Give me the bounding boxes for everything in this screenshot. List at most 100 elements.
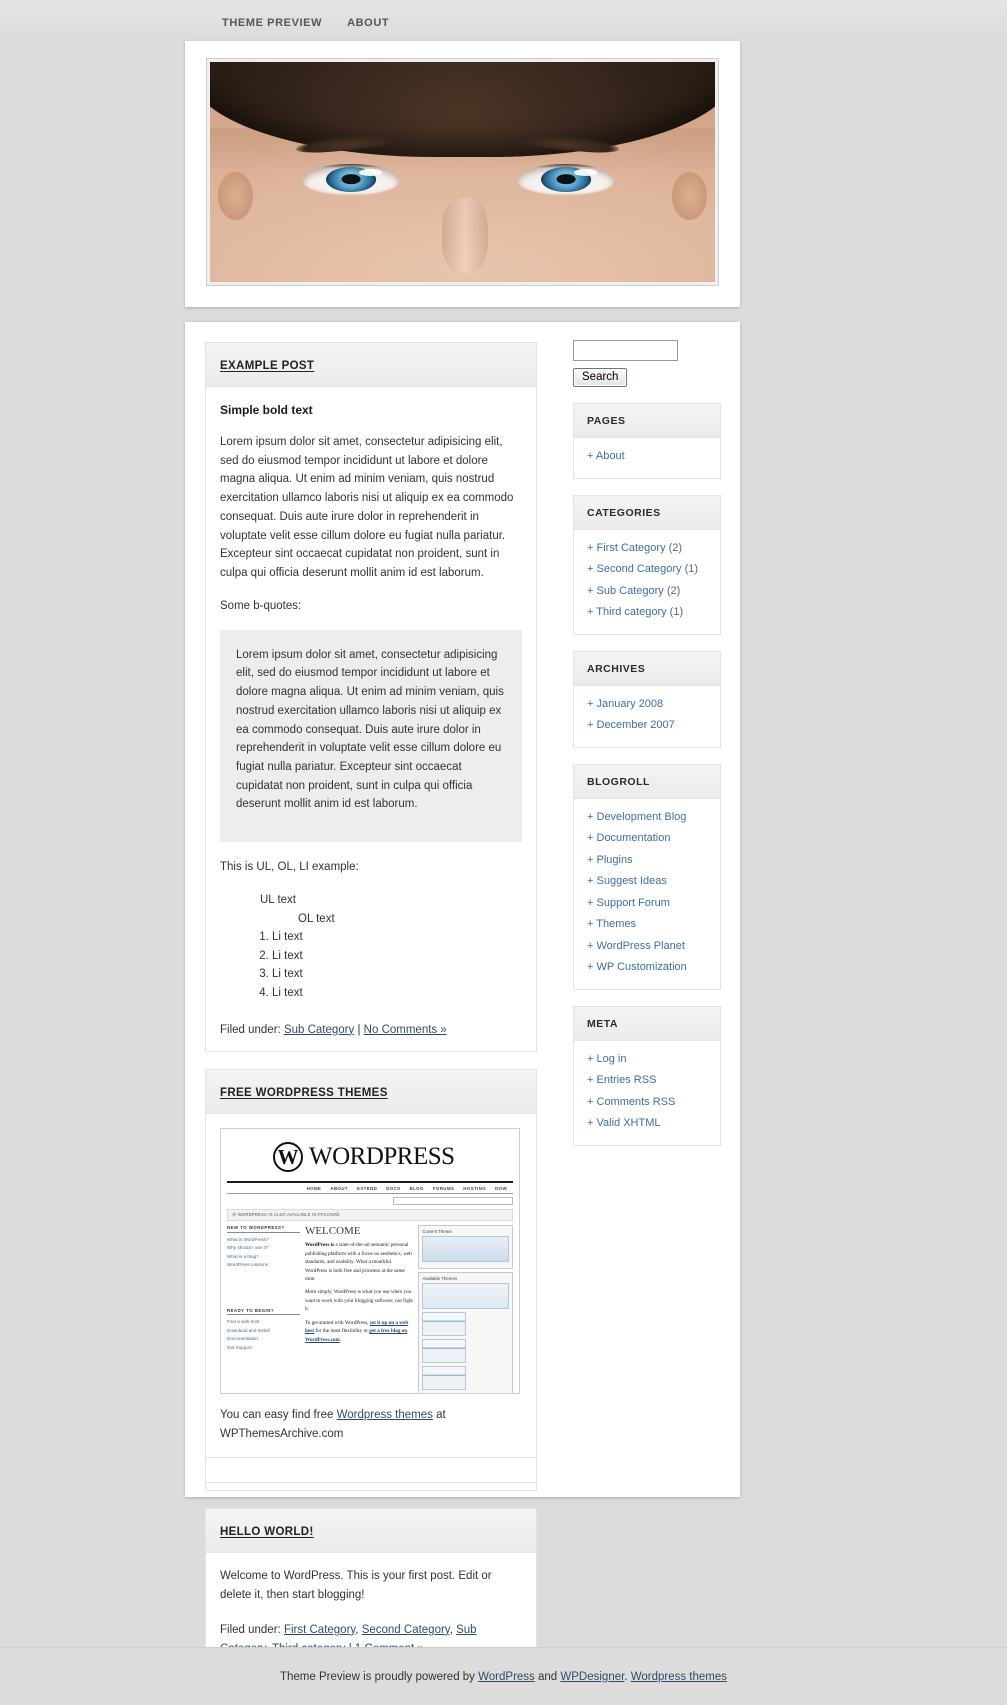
- sidebar-link[interactable]: Entries RSS: [597, 1074, 657, 1086]
- page-root: Theme Preview About: [0, 0, 1007, 1705]
- list-item[interactable]: + December 2007: [587, 715, 707, 737]
- wp-left-column: NEW TO WORDPRESS? What is WordPress? Why…: [227, 1225, 300, 1393]
- plus-icon: +: [587, 810, 594, 823]
- plus-icon: +: [587, 1117, 594, 1129]
- sidebar-link[interactable]: Support Forum: [597, 897, 670, 909]
- sidebar-link[interactable]: January 2008: [597, 698, 664, 710]
- post-header: Example Post: [206, 343, 536, 387]
- list-item[interactable]: + Sub Category (2): [587, 581, 707, 603]
- post-title-link[interactable]: Free WordPress Themes: [220, 1087, 388, 1099]
- wp-columns: NEW TO WORDPRESS? What is WordPress? Why…: [221, 1221, 519, 1394]
- wordpress-themes-link[interactable]: Wordpress themes: [337, 1409, 433, 1421]
- post-category-link[interactable]: First Category: [284, 1624, 355, 1636]
- widget-body: + January 2008 + December 2007: [574, 686, 720, 747]
- list-item[interactable]: + WP Customization: [587, 957, 707, 979]
- eyelash-right: [518, 164, 614, 168]
- post-paragraph: Lorem ipsum dolor sit amet, consectetur …: [220, 436, 514, 580]
- search-button[interactable]: Search: [573, 368, 628, 387]
- wp-link-item: Find a web host: [227, 1319, 260, 1325]
- wp-available-themes-panel: Available Themes: [418, 1272, 513, 1394]
- item-count: (1): [684, 563, 699, 575]
- plus-icon: +: [587, 853, 594, 866]
- list-item[interactable]: + Themes: [587, 914, 707, 936]
- sidebar-link[interactable]: WP Customization: [597, 961, 687, 973]
- list-item[interactable]: + Support Forum: [587, 893, 707, 915]
- plus-icon: +: [587, 896, 594, 909]
- widget-title: Categories: [574, 495, 720, 530]
- post-category-link[interactable]: Second Category: [362, 1624, 450, 1636]
- footer-link-wpdesigner[interactable]: WPDesigner: [560, 1671, 624, 1683]
- post-header: Hello world!: [206, 1509, 536, 1554]
- footer-link-wordpress-themes[interactable]: Wordpress themes: [631, 1671, 727, 1683]
- list-item[interactable]: + Plugins: [587, 850, 707, 872]
- list-item[interactable]: + Comments RSS: [587, 1092, 707, 1114]
- list-item[interactable]: + Log in: [587, 1049, 707, 1071]
- widget-archives: Archives + January 2008 + December 2007: [573, 650, 721, 748]
- wp-nav-item: FORUMS: [432, 1186, 455, 1192]
- wordpress-site-screenshot: W WORDPRESS HOME ABOUT EXTEND DOCS BLOG …: [220, 1128, 520, 1395]
- top-nav-list: Theme Preview About: [222, 0, 777, 29]
- widget-list: + Development Blog + Documentation + Plu…: [587, 807, 707, 979]
- sidebar-link[interactable]: Second Category: [597, 563, 682, 575]
- wp-link-item: What is a blog?: [227, 1253, 259, 1259]
- sidebar-link[interactable]: Suggest Ideas: [597, 875, 667, 887]
- plus-icon: +: [587, 1074, 594, 1086]
- list-item[interactable]: + Entries RSS: [587, 1070, 707, 1092]
- sidebar-link[interactable]: Third category: [596, 606, 666, 618]
- li-item: Li text: [272, 984, 522, 1003]
- sidebar-link[interactable]: First Category: [597, 542, 666, 554]
- post-category-link[interactable]: Sub Category: [284, 1024, 354, 1036]
- ul-item: UL text: [260, 893, 297, 906]
- sidebar-link[interactable]: Comments RSS: [597, 1096, 676, 1108]
- list-item[interactable]: + Documentation: [587, 828, 707, 850]
- post-title-link[interactable]: Example Post: [220, 360, 314, 372]
- sidebar-link[interactable]: About: [596, 450, 625, 462]
- eye-glint-right: [573, 169, 597, 176]
- wp-p3-b: for the most flexibility or: [314, 1328, 370, 1335]
- post-title-link[interactable]: Hello world!: [220, 1526, 314, 1538]
- plus-icon: +: [587, 719, 594, 731]
- widget-title: Pages: [574, 404, 720, 438]
- list-item[interactable]: + Suggest Ideas: [587, 871, 707, 893]
- list-lead: This is UL, OL, LI example:: [220, 861, 359, 874]
- footer-mid: and: [534, 1670, 561, 1683]
- wordpress-mark-icon: W: [273, 1142, 303, 1173]
- plus-icon: +: [587, 584, 594, 597]
- sidebar-link[interactable]: Plugins: [597, 854, 633, 866]
- list-item[interactable]: + Valid XHTML: [587, 1113, 707, 1135]
- list-item[interactable]: + WordPress Planet: [587, 936, 707, 958]
- wp-center-column: WELCOME WordPress is a state-of-the-art …: [305, 1225, 413, 1393]
- sidebar-link[interactable]: WordPress Planet: [597, 940, 685, 952]
- post-comments-link[interactable]: No Comments »: [364, 1024, 447, 1036]
- list-item[interactable]: + Second Category (1): [587, 559, 707, 581]
- sidebar-link[interactable]: Documentation: [597, 832, 671, 844]
- wp-nav-item: HOSTING: [463, 1186, 487, 1192]
- sidebar-link[interactable]: Themes: [596, 918, 636, 930]
- li-item: Li text: [272, 947, 522, 966]
- nav-item-about[interactable]: About: [347, 17, 389, 29]
- footer-link-wordpress[interactable]: WordPress: [478, 1671, 535, 1683]
- plus-icon: +: [587, 1052, 594, 1065]
- sidebar-link[interactable]: December 2007: [597, 719, 675, 731]
- ear-left: [217, 172, 253, 221]
- list-item[interactable]: + Development Blog: [587, 807, 707, 829]
- list-item[interactable]: + About: [587, 446, 707, 468]
- wp-link-item: Get Support: [227, 1344, 252, 1350]
- nav-item-theme-preview[interactable]: Theme Preview: [222, 17, 322, 29]
- post-body: W WORDPRESS HOME ABOUT EXTEND DOCS BLOG …: [206, 1114, 536, 1490]
- widget-title: Meta: [574, 1006, 720, 1041]
- sidebar-link[interactable]: Log in: [597, 1053, 627, 1065]
- sidebar-link[interactable]: Valid XHTML: [597, 1117, 661, 1129]
- widget-list: + Log in + Entries RSS + Comments RSS + …: [587, 1049, 707, 1135]
- list-item[interactable]: + Third category (1): [587, 602, 707, 624]
- wordpress-logo: W WORDPRESS: [221, 1129, 519, 1178]
- wp-nav-item: HOME: [306, 1186, 322, 1192]
- list-item[interactable]: + First Category (2): [587, 538, 707, 560]
- nose-shape: [442, 198, 488, 274]
- list-item[interactable]: + January 2008: [587, 694, 707, 716]
- search-input[interactable]: [573, 340, 678, 361]
- wp-paragraph-3: To get started with WordPress, set it up…: [305, 1319, 413, 1344]
- sidebar-link[interactable]: Sub Category: [597, 585, 664, 597]
- item-count: (2): [666, 584, 681, 597]
- sidebar-link[interactable]: Development Blog: [597, 811, 687, 823]
